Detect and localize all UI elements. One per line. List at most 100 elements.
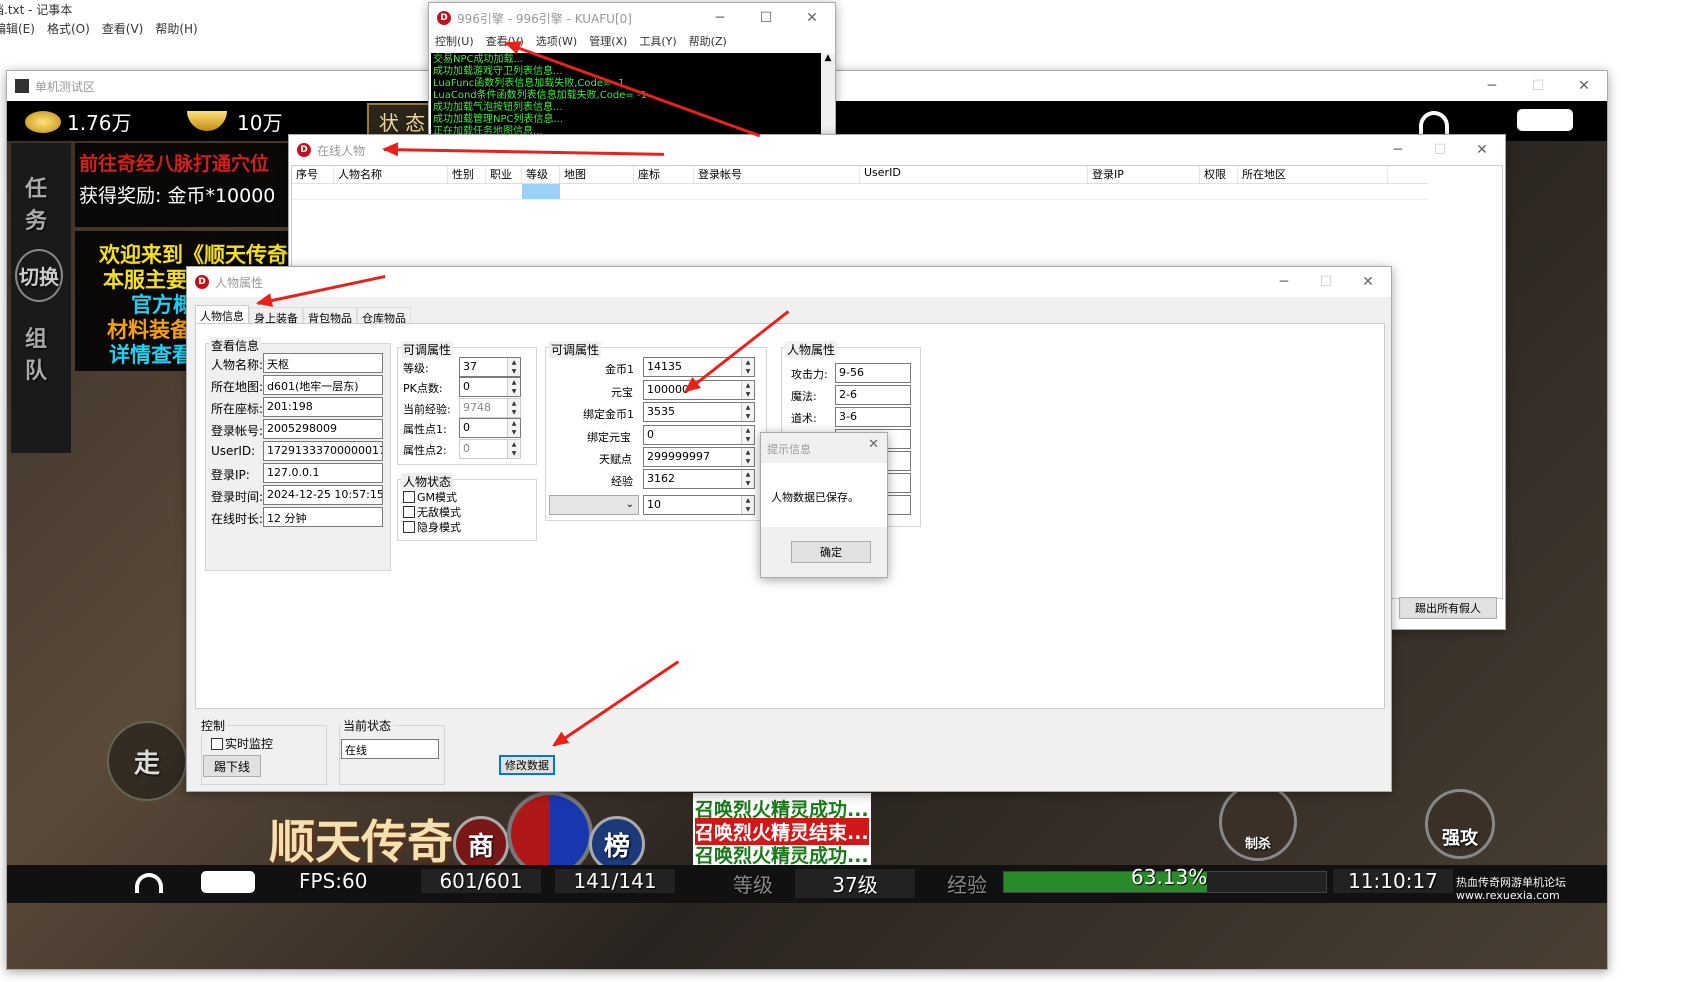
kill-skill-button[interactable]: 制杀 xyxy=(1219,783,1297,861)
spin-buttons[interactable]: ▲ ▼ xyxy=(507,399,520,417)
col-name[interactable]: 人物名称 xyxy=(334,166,448,183)
online-maximize-icon[interactable]: ☐ xyxy=(1417,135,1463,165)
watermark-line-2: www.rexuexia.com xyxy=(1456,889,1560,902)
col-ip[interactable]: 登录IP xyxy=(1088,166,1200,183)
engine-log: 交易NPC成功加载... 成功加载游戏守卫列表信息... LuaFunc函数列表… xyxy=(431,53,821,137)
spin-buttons[interactable]: ▲ ▼ xyxy=(507,378,520,396)
spin-buttons[interactable]: ▲ ▼ xyxy=(741,448,754,466)
spin-buttons[interactable]: ▲ ▼ xyxy=(741,403,754,421)
spin-buttons[interactable]: ▲ ▼ xyxy=(741,470,754,488)
control-title: 控制 xyxy=(199,717,228,734)
invisible-checkbox[interactable]: 隐身模式 xyxy=(403,519,461,535)
side-task-tab[interactable]: 任务 xyxy=(25,171,51,235)
online-close-icon[interactable]: ✕ xyxy=(1459,135,1505,165)
col-account[interactable]: 登录帐号 xyxy=(694,166,860,183)
table-row[interactable] xyxy=(292,184,1428,200)
engine-maximize-icon[interactable]: ☐ xyxy=(743,3,789,33)
msgbox-close-icon[interactable]: ✕ xyxy=(868,437,879,452)
strong-attack-button[interactable]: 强攻 xyxy=(1425,789,1495,859)
spin-buttons[interactable]: ▲ ▼ xyxy=(507,440,520,458)
exp-spinner[interactable]: 9748 ▲ ▼ xyxy=(459,398,521,418)
game-logo: 顺天传奇 xyxy=(269,815,453,869)
notepad-menu: 编辑(E) 格式(O) 查看(V) 帮助(H) xyxy=(0,20,198,37)
extra-spinner[interactable]: 10 ▲ ▼ xyxy=(643,495,755,515)
ip-field[interactable]: 127.0.0.1 xyxy=(263,463,383,483)
side-switch-tab[interactable]: 切换 xyxy=(15,249,63,302)
view-info-title: 查看信息 xyxy=(209,337,262,354)
col-level[interactable]: 等级 xyxy=(522,166,560,183)
rank-button[interactable]: 榜 xyxy=(589,816,645,872)
kick-offline-button[interactable]: 踢下线 xyxy=(203,755,261,777)
engine-menu-options[interactable]: 选项(W) xyxy=(536,33,577,49)
attr-point2-spinner[interactable]: 0 ▲ ▼ xyxy=(459,439,521,459)
spin-buttons[interactable]: ▲ ▼ xyxy=(507,358,520,376)
bound-gold-spinner[interactable]: 3535 ▲ ▼ xyxy=(643,402,755,422)
engine-menu-tools[interactable]: 工具(Y) xyxy=(639,33,676,49)
col-permission[interactable]: 权限 xyxy=(1200,166,1238,183)
col-userid[interactable]: UserID xyxy=(860,166,1088,183)
online-minimize-icon[interactable]: ─ xyxy=(1375,135,1421,165)
talent-spinner[interactable]: 299999997 ▲ ▼ xyxy=(643,447,755,467)
attr-point1-spinner[interactable]: 0 ▲ ▼ xyxy=(459,418,521,438)
userid-field[interactable]: 1729133370000001722 xyxy=(263,441,383,461)
col-map[interactable]: 地图 xyxy=(560,166,634,183)
spin-buttons[interactable]: ▲ ▼ xyxy=(741,358,754,376)
engine-log-scrollbar[interactable]: ▲ xyxy=(821,53,835,137)
gold-spinner[interactable]: 14135 ▲ ▼ xyxy=(643,357,755,377)
account-field[interactable]: 2005298009 xyxy=(263,419,383,439)
engine-menu-control[interactable]: 控制(U) xyxy=(435,33,474,49)
spin-buttons[interactable]: ▲ ▼ xyxy=(741,381,754,399)
char-name-field[interactable]: 天枢 xyxy=(263,353,383,373)
minimize-icon[interactable]: ─ xyxy=(1469,71,1515,101)
side-team-tab[interactable]: 组队 xyxy=(25,321,51,385)
invincible-checkbox[interactable]: 无敌模式 xyxy=(403,504,461,520)
message-box: 提示信息 ✕ 人物数据已保存。 确定 xyxy=(760,432,888,578)
quest-title[interactable]: 前往奇经八脉打通穴位 xyxy=(79,149,269,176)
tao-field[interactable]: 3-6 xyxy=(835,407,911,427)
current-state-field[interactable]: 在线 xyxy=(341,739,439,759)
col-region[interactable]: 所在地区 xyxy=(1238,166,1388,183)
walk-button[interactable]: 走 xyxy=(107,721,187,801)
exp2-spinner[interactable]: 3162 ▲ ▼ xyxy=(643,469,755,489)
gm-mode-checkbox[interactable]: GM模式 xyxy=(403,489,457,505)
col-gender[interactable]: 性别 xyxy=(448,166,486,183)
engine-close-icon[interactable]: ✕ xyxy=(789,3,835,33)
attr-close-icon[interactable]: ✕ xyxy=(1345,267,1391,297)
online-duration-field[interactable]: 12 分钟 xyxy=(263,507,383,527)
engine-menu-help[interactable]: 帮助(Z) xyxy=(689,33,727,49)
level-spinner[interactable]: 37 ▲ ▼ xyxy=(459,357,521,377)
notepad-menu-edit[interactable]: 编辑(E) xyxy=(0,20,35,37)
col-job[interactable]: 职业 xyxy=(486,166,522,183)
spin-buttons[interactable]: ▲ ▼ xyxy=(507,419,520,437)
realtime-monitor-checkbox[interactable]: 实时监控 xyxy=(211,735,273,752)
exp-label: 经验 xyxy=(947,873,987,897)
maximize-icon[interactable]: ☐ xyxy=(1515,71,1561,101)
shop-button[interactable]: 商 xyxy=(453,816,509,872)
engine-minimize-icon[interactable]: ─ xyxy=(697,3,743,33)
spin-buttons[interactable]: ▲ ▼ xyxy=(741,496,754,514)
magic-field[interactable]: 2-6 xyxy=(835,385,911,405)
attr-maximize-icon[interactable]: ☐ xyxy=(1303,267,1349,297)
modify-data-button[interactable]: 修改数据 xyxy=(499,755,555,775)
invincible-label: 无敌模式 xyxy=(417,506,461,519)
coord-field[interactable]: 201:198 xyxy=(263,397,383,417)
pk-spinner[interactable]: 0 ▲ ▼ xyxy=(459,377,521,397)
engine-menu-manage[interactable]: 管理(X) xyxy=(589,33,627,49)
msgbox-ok-button[interactable]: 确定 xyxy=(791,541,871,563)
notepad-menu-help[interactable]: 帮助(H) xyxy=(155,20,197,37)
col-index[interactable]: 序号 xyxy=(292,166,334,183)
field-label: 道术: xyxy=(791,412,817,425)
login-time-field[interactable]: 2024-12-25 10:57:15 xyxy=(263,485,383,505)
bound-ingot-spinner[interactable]: 0 ▲ ▼ xyxy=(643,425,755,445)
exp-readout: 63.13% xyxy=(1131,865,1208,889)
spin-buttons[interactable]: ▲ ▼ xyxy=(741,426,754,444)
map-field[interactable]: d601(地牢一层东) xyxy=(263,375,383,395)
notepad-menu-format[interactable]: 格式(O) xyxy=(47,20,90,37)
close-icon[interactable]: ✕ xyxy=(1561,71,1607,101)
attribute-select[interactable]: ⌄ xyxy=(549,495,639,515)
kick-all-bots-button[interactable]: 踢出所有假人 xyxy=(1399,597,1497,619)
col-coord[interactable]: 座标 xyxy=(634,166,694,183)
attack-field[interactable]: 9-56 xyxy=(835,363,911,383)
notepad-menu-view[interactable]: 查看(V) xyxy=(102,20,144,37)
attr-minimize-icon[interactable]: ─ xyxy=(1261,267,1307,297)
